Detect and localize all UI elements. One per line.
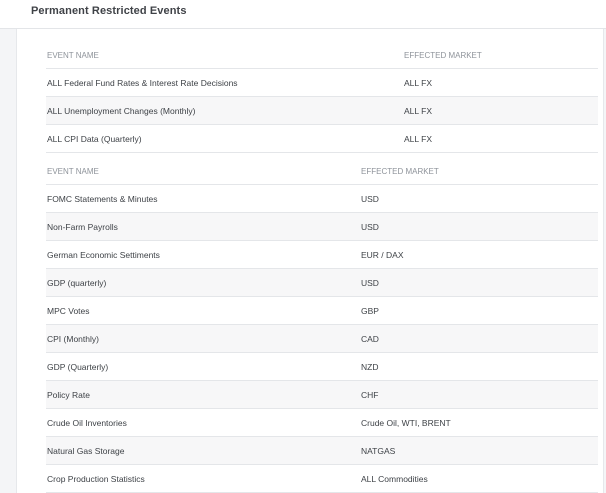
- table-row: Crude Oil Inventories Crude Oil, WTI, BR…: [46, 408, 598, 437]
- event-name-cell: MPC Votes: [46, 296, 361, 325]
- event-name-cell: GDP (quarterly): [46, 268, 361, 297]
- table-row: MPC Votes GBP: [46, 296, 598, 325]
- effected-market-cell: CAD: [361, 324, 598, 353]
- effected-market-cell: NZD: [361, 352, 598, 381]
- effected-market-cell: USD: [361, 268, 598, 297]
- event-name-cell: Natural Gas Storage: [46, 436, 361, 465]
- event-name-cell: ALL Federal Fund Rates & Interest Rate D…: [46, 68, 404, 97]
- table-row: German Economic Settiments EUR / DAX: [46, 240, 598, 269]
- table-row: ALL Federal Fund Rates & Interest Rate D…: [46, 68, 598, 97]
- event-name-cell: Non-Farm Payrolls: [46, 212, 361, 241]
- events-card: EVENT NAME EFFECTED MARKET ALL Federal F…: [16, 29, 604, 493]
- column-header-effected-market: EFFECTED MARKET: [361, 158, 598, 185]
- event-name-cell: ALL CPI Data (Quarterly): [46, 124, 404, 153]
- column-header-effected-market: EFFECTED MARKET: [404, 42, 598, 69]
- column-header-event-name: EVENT NAME: [46, 158, 361, 185]
- effected-market-cell: NATGAS: [361, 436, 598, 465]
- effected-market-cell: ALL FX: [404, 68, 598, 97]
- event-name-cell: CPI (Monthly): [46, 324, 361, 353]
- table-row: Policy Rate CHF: [46, 380, 598, 409]
- event-name-cell: Crude Oil Inventories: [46, 408, 361, 437]
- table-row: Non-Farm Payrolls USD: [46, 212, 598, 241]
- event-name-cell: Policy Rate: [46, 380, 361, 409]
- table-row: Crop Production Statistics ALL Commoditi…: [46, 464, 598, 493]
- event-name-cell: ALL Unemployment Changes (Monthly): [46, 96, 404, 125]
- table-row: GDP (quarterly) USD: [46, 268, 598, 297]
- table-header-row: EVENT NAME EFFECTED MARKET: [46, 158, 598, 185]
- event-name-cell: German Economic Settiments: [46, 240, 361, 269]
- effected-market-cell: CHF: [361, 380, 598, 409]
- table-row: GDP (Quarterly) NZD: [46, 352, 598, 381]
- effected-market-cell: GBP: [361, 296, 598, 325]
- effected-market-cell: USD: [361, 184, 598, 213]
- effected-market-cell: ALL FX: [404, 96, 598, 125]
- page-title: Permanent Restricted Events: [31, 5, 187, 17]
- table-row: ALL CPI Data (Quarterly) ALL FX: [46, 124, 598, 153]
- effected-market-cell: ALL FX: [404, 124, 598, 153]
- effected-market-cell: ALL Commodities: [361, 464, 598, 493]
- table-header-row: EVENT NAME EFFECTED MARKET: [46, 42, 598, 69]
- fx-events-table: EVENT NAME EFFECTED MARKET ALL Federal F…: [46, 42, 598, 153]
- section-header: Permanent Restricted Events: [0, 0, 606, 29]
- market-events-table: EVENT NAME EFFECTED MARKET FOMC Statemen…: [46, 158, 598, 493]
- event-name-cell: GDP (Quarterly): [46, 352, 361, 381]
- event-name-cell: FOMC Statements & Minutes: [46, 184, 361, 213]
- event-name-cell: Crop Production Statistics: [46, 464, 361, 493]
- table-row: CPI (Monthly) CAD: [46, 324, 598, 353]
- column-header-event-name: EVENT NAME: [46, 42, 404, 69]
- table-row: Natural Gas Storage NATGAS: [46, 436, 598, 465]
- table-row: FOMC Statements & Minutes USD: [46, 184, 598, 213]
- page: Permanent Restricted Events EVENT NAME E…: [0, 0, 606, 493]
- effected-market-cell: EUR / DAX: [361, 240, 598, 269]
- table-row: ALL Unemployment Changes (Monthly) ALL F…: [46, 96, 598, 125]
- effected-market-cell: Crude Oil, WTI, BRENT: [361, 408, 598, 437]
- effected-market-cell: USD: [361, 212, 598, 241]
